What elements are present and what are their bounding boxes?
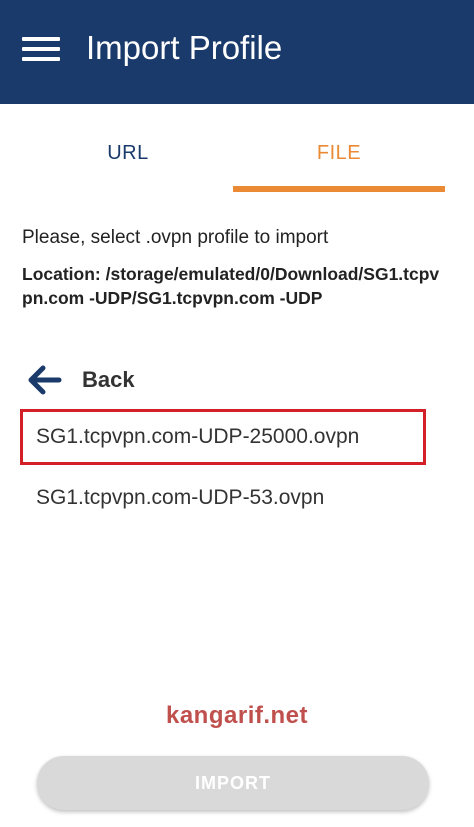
page-title: Import Profile bbox=[86, 29, 283, 66]
instruction-text: Please, select .ovpn profile to import bbox=[22, 227, 329, 248]
file-name: SG1.tcpvpn.com-UDP-25000.ovpn bbox=[36, 425, 360, 448]
watermark-text: kangarif.net bbox=[165, 702, 309, 729]
tab-selected-indicator bbox=[233, 186, 445, 192]
hamburger-menu-icon[interactable] bbox=[22, 34, 62, 64]
arrow-left-icon bbox=[28, 365, 62, 395]
import-button-label: IMPORT bbox=[195, 773, 271, 793]
import-profile-screen: Import Profile URL FILE Please, select .… bbox=[0, 0, 474, 827]
back-label: Back bbox=[82, 367, 135, 392]
file-name: SG1.tcpvpn.com-UDP-53.ovpn bbox=[36, 486, 325, 509]
import-button[interactable]: IMPORT bbox=[37, 756, 429, 810]
tab-file-label: FILE bbox=[316, 142, 362, 164]
file-item-udp-25000[interactable]: SG1.tcpvpn.com-UDP-25000.ovpn bbox=[20, 409, 426, 465]
location-path: Location: /storage/emulated/0/Download/S… bbox=[22, 264, 440, 308]
file-item-udp-53[interactable]: SG1.tcpvpn.com-UDP-53.ovpn bbox=[20, 470, 426, 526]
tab-file[interactable]: FILE bbox=[233, 104, 445, 192]
back-button[interactable]: Back bbox=[24, 360, 264, 400]
tab-bar: URL FILE bbox=[0, 104, 474, 192]
tab-url[interactable]: URL bbox=[22, 104, 234, 192]
app-bar: Import Profile bbox=[0, 0, 474, 104]
tab-url-label: URL bbox=[107, 142, 149, 164]
